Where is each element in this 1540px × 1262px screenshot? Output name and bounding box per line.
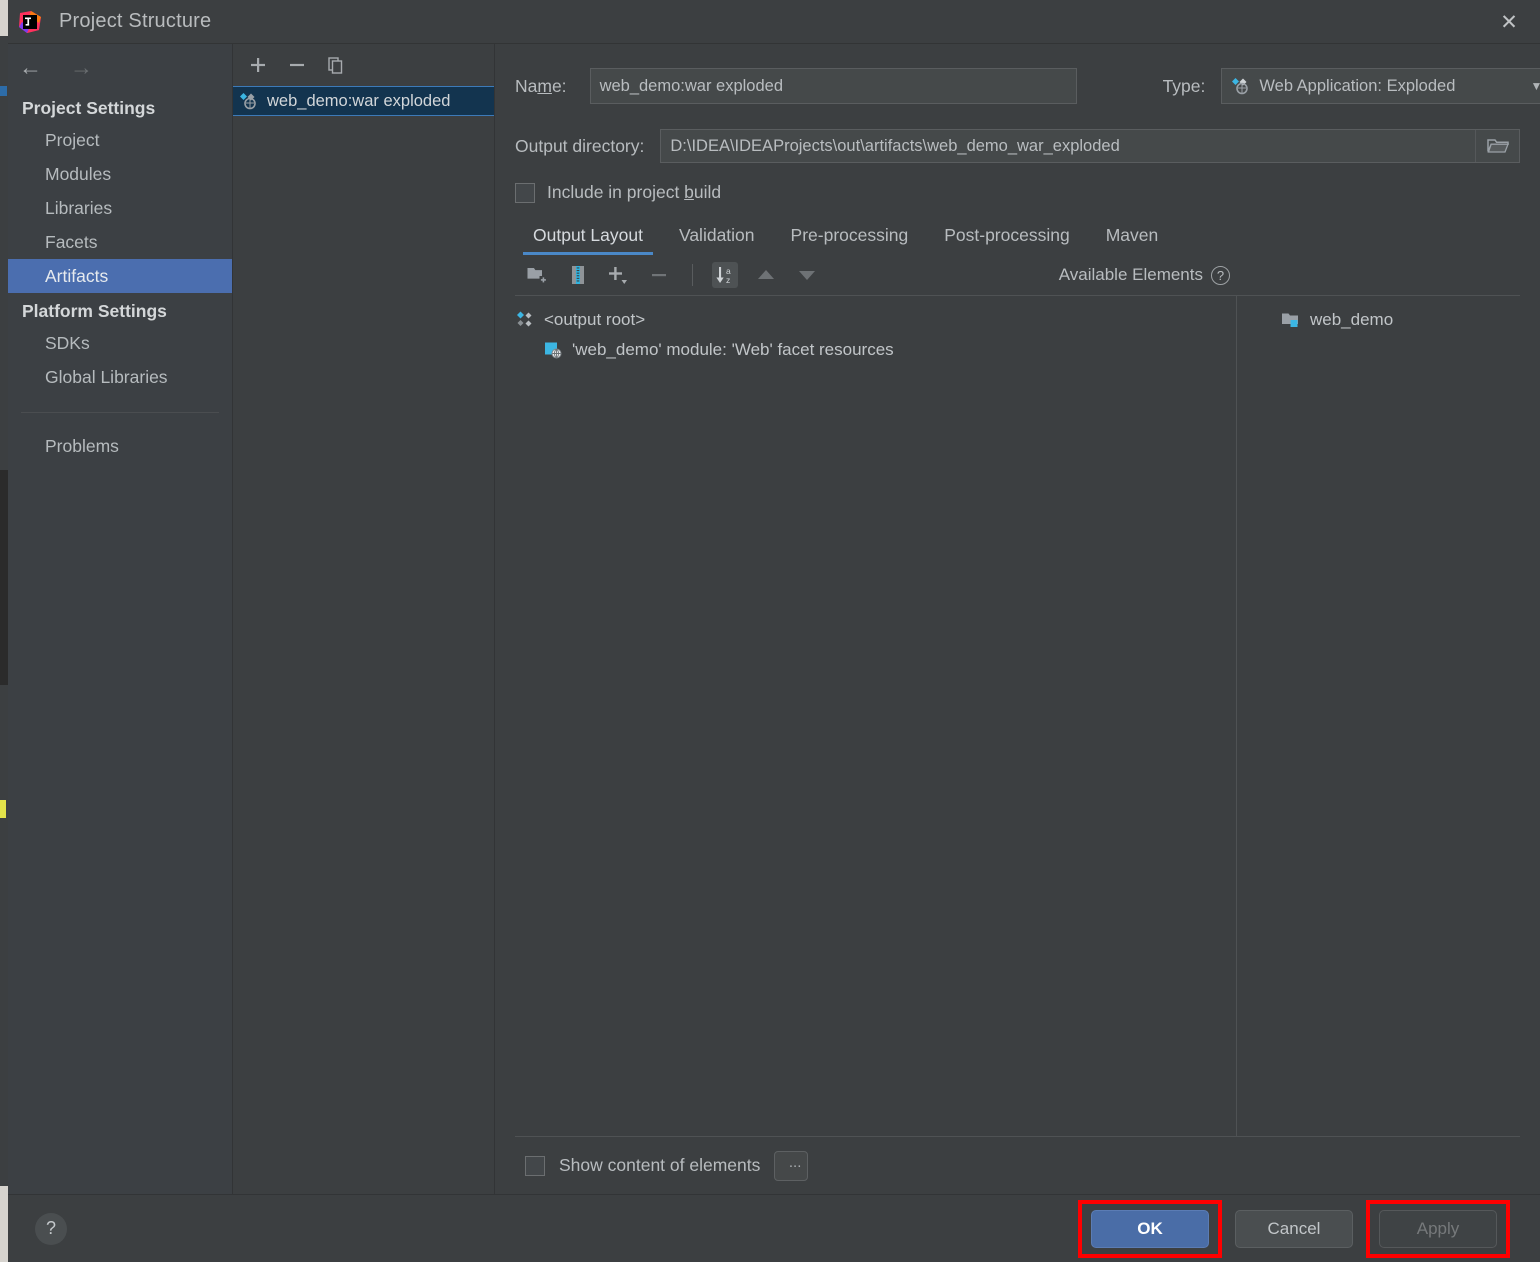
- tab-output-layout[interactable]: Output Layout: [515, 219, 661, 255]
- tree-row-label: <output root>: [544, 310, 646, 329]
- output-directory-label: Output directory:: [515, 135, 645, 156]
- dialog-titlebar: Project Structure ✕: [8, 0, 1540, 44]
- output-directory-row: Output directory: D:\IDEA\IDEAProjects\o…: [515, 129, 1520, 163]
- tree-row[interactable]: web_demo: [1237, 305, 1520, 335]
- plus-dropdown-icon[interactable]: [606, 262, 632, 288]
- module-folder-icon: [1281, 311, 1301, 329]
- output-root-icon: [515, 310, 535, 330]
- chevron-down-icon: ▼: [1530, 79, 1540, 93]
- type-dropdown-value: Web Application: Exploded: [1259, 76, 1456, 95]
- artifacts-list: web_demo:war exploded: [233, 86, 494, 1194]
- include-in-build-row[interactable]: Include in project build: [515, 182, 1520, 203]
- dialog-title: Project Structure: [59, 10, 212, 32]
- artifact-detail-panel: Name: web_demo:war exploded Type: Web Ap…: [495, 44, 1540, 1194]
- available-elements-tree[interactable]: web_demo: [1237, 296, 1520, 1136]
- show-content-label: Show content of elements: [559, 1155, 761, 1175]
- arrow-up-icon[interactable]: [753, 262, 779, 288]
- artifact-tabs: Output Layout Validation Pre-processing …: [515, 219, 1520, 255]
- close-icon[interactable]: ✕: [1478, 0, 1540, 44]
- project-structure-dialog: Project Structure ✕ ← → Project Settings…: [8, 0, 1540, 1262]
- sidebar-item-problems[interactable]: Problems: [8, 429, 232, 463]
- include-in-build-label: Include in project build: [547, 182, 722, 202]
- type-label: Type:: [1162, 75, 1206, 96]
- show-content-checkbox[interactable]: [525, 1155, 545, 1176]
- sidebar-item-modules[interactable]: Modules: [8, 157, 232, 191]
- ok-button-highlight: OK: [1078, 1199, 1222, 1258]
- output-layout-tree[interactable]: <output root> 'web_demo' module: 'Web' f…: [515, 296, 1237, 1136]
- arrow-right-icon[interactable]: →: [70, 55, 93, 79]
- show-content-row: Show content of elements ...: [515, 1136, 1520, 1194]
- sidebar-item-artifacts[interactable]: Artifacts: [8, 259, 232, 293]
- layout-panes: <output root> 'web_demo' module: 'Web' f…: [515, 295, 1520, 1136]
- artifact-exploded-icon: [239, 92, 259, 110]
- sidebar-item-facets[interactable]: Facets: [8, 225, 232, 259]
- help-circle-icon[interactable]: ?: [1211, 265, 1230, 285]
- background-blue-strip: [0, 86, 7, 96]
- ok-button[interactable]: OK: [1091, 1209, 1209, 1248]
- tree-row[interactable]: 'web_demo' module: 'Web' facet resources: [515, 335, 1236, 365]
- web-facet-icon: [543, 340, 563, 360]
- remove-artifact-button[interactable]: [286, 54, 308, 76]
- copy-artifact-button[interactable]: [325, 54, 347, 76]
- artifacts-list-toolbar: [233, 44, 494, 86]
- sidebar-group-project-settings: Project Settings: [22, 98, 156, 118]
- available-elements-header: Available Elements ?: [1059, 265, 1230, 285]
- add-artifact-button[interactable]: [247, 54, 269, 76]
- dialog-body: ← → Project Settings Project Modules Lib…: [8, 44, 1540, 1194]
- tab-maven[interactable]: Maven: [1088, 219, 1177, 255]
- toolbar-divider: [692, 264, 693, 286]
- svg-text:z: z: [726, 275, 730, 285]
- show-content-more-button[interactable]: ...: [774, 1150, 809, 1181]
- arrow-down-icon[interactable]: [794, 262, 820, 288]
- sidebar-item-sdks[interactable]: SDKs: [8, 326, 232, 360]
- sort-alpha-icon[interactable]: a z: [712, 262, 738, 288]
- include-in-build-checkbox[interactable]: [515, 182, 535, 203]
- folder-open-icon[interactable]: [1475, 130, 1519, 162]
- available-elements-label: Available Elements: [1058, 265, 1203, 284]
- sidebar-item-project[interactable]: Project: [8, 123, 232, 157]
- intellij-idea-logo-icon: [18, 10, 42, 34]
- folder-add-icon[interactable]: [524, 262, 550, 288]
- name-label: Name:: [515, 75, 567, 96]
- artifact-exploded-icon: [1231, 77, 1251, 95]
- minus-icon[interactable]: [647, 262, 673, 288]
- name-and-type-row: Name: web_demo:war exploded Type: Web Ap…: [515, 68, 1540, 104]
- tab-post-processing[interactable]: Post-processing: [926, 219, 1087, 255]
- list-item-label: web_demo:war exploded: [267, 91, 451, 110]
- output-directory-value: D:\IDEA\IDEAProjects\out\artifacts\web_d…: [670, 136, 1120, 155]
- sidebar-divider: [21, 412, 219, 413]
- background-yellow-strip: [0, 800, 6, 818]
- name-input-value: web_demo:war exploded: [599, 76, 784, 95]
- tab-pre-processing[interactable]: Pre-processing: [773, 219, 927, 255]
- settings-sidebar: ← → Project Settings Project Modules Lib…: [8, 44, 233, 1194]
- artifacts-list-panel: web_demo:war exploded: [233, 44, 495, 1194]
- tree-row[interactable]: <output root>: [515, 305, 1236, 335]
- tree-row-label: web_demo: [1310, 310, 1394, 329]
- dialog-footer: ? OK Cancel Apply: [8, 1194, 1540, 1262]
- archive-icon[interactable]: [565, 262, 591, 288]
- type-dropdown[interactable]: Web Application: Exploded ▼: [1221, 68, 1540, 104]
- tab-validation[interactable]: Validation: [661, 219, 773, 255]
- cancel-button-wrap: Cancel: [1222, 1200, 1366, 1258]
- tree-row-label: 'web_demo' module: 'Web' facet resources: [572, 340, 894, 359]
- sidebar-item-global-libraries[interactable]: Global Libraries: [8, 360, 232, 394]
- apply-button-highlight: Apply: [1366, 1199, 1510, 1258]
- output-layout-toolbar: a z Available Elements ?: [515, 255, 1520, 295]
- apply-button[interactable]: Apply: [1379, 1209, 1497, 1248]
- dialog-action-buttons: OK Cancel Apply: [1078, 1199, 1510, 1258]
- arrow-left-icon[interactable]: ←: [19, 55, 42, 79]
- list-item[interactable]: web_demo:war exploded: [233, 86, 494, 116]
- sidebar-navigation-arrows: ← →: [8, 44, 232, 90]
- name-input[interactable]: web_demo:war exploded: [589, 68, 1077, 104]
- help-button[interactable]: ?: [35, 1212, 67, 1245]
- cancel-button[interactable]: Cancel: [1235, 1209, 1353, 1248]
- sidebar-item-libraries[interactable]: Libraries: [8, 191, 232, 225]
- output-directory-input[interactable]: D:\IDEA\IDEAProjects\out\artifacts\web_d…: [660, 129, 1520, 163]
- sidebar-group-platform-settings: Platform Settings: [22, 301, 167, 321]
